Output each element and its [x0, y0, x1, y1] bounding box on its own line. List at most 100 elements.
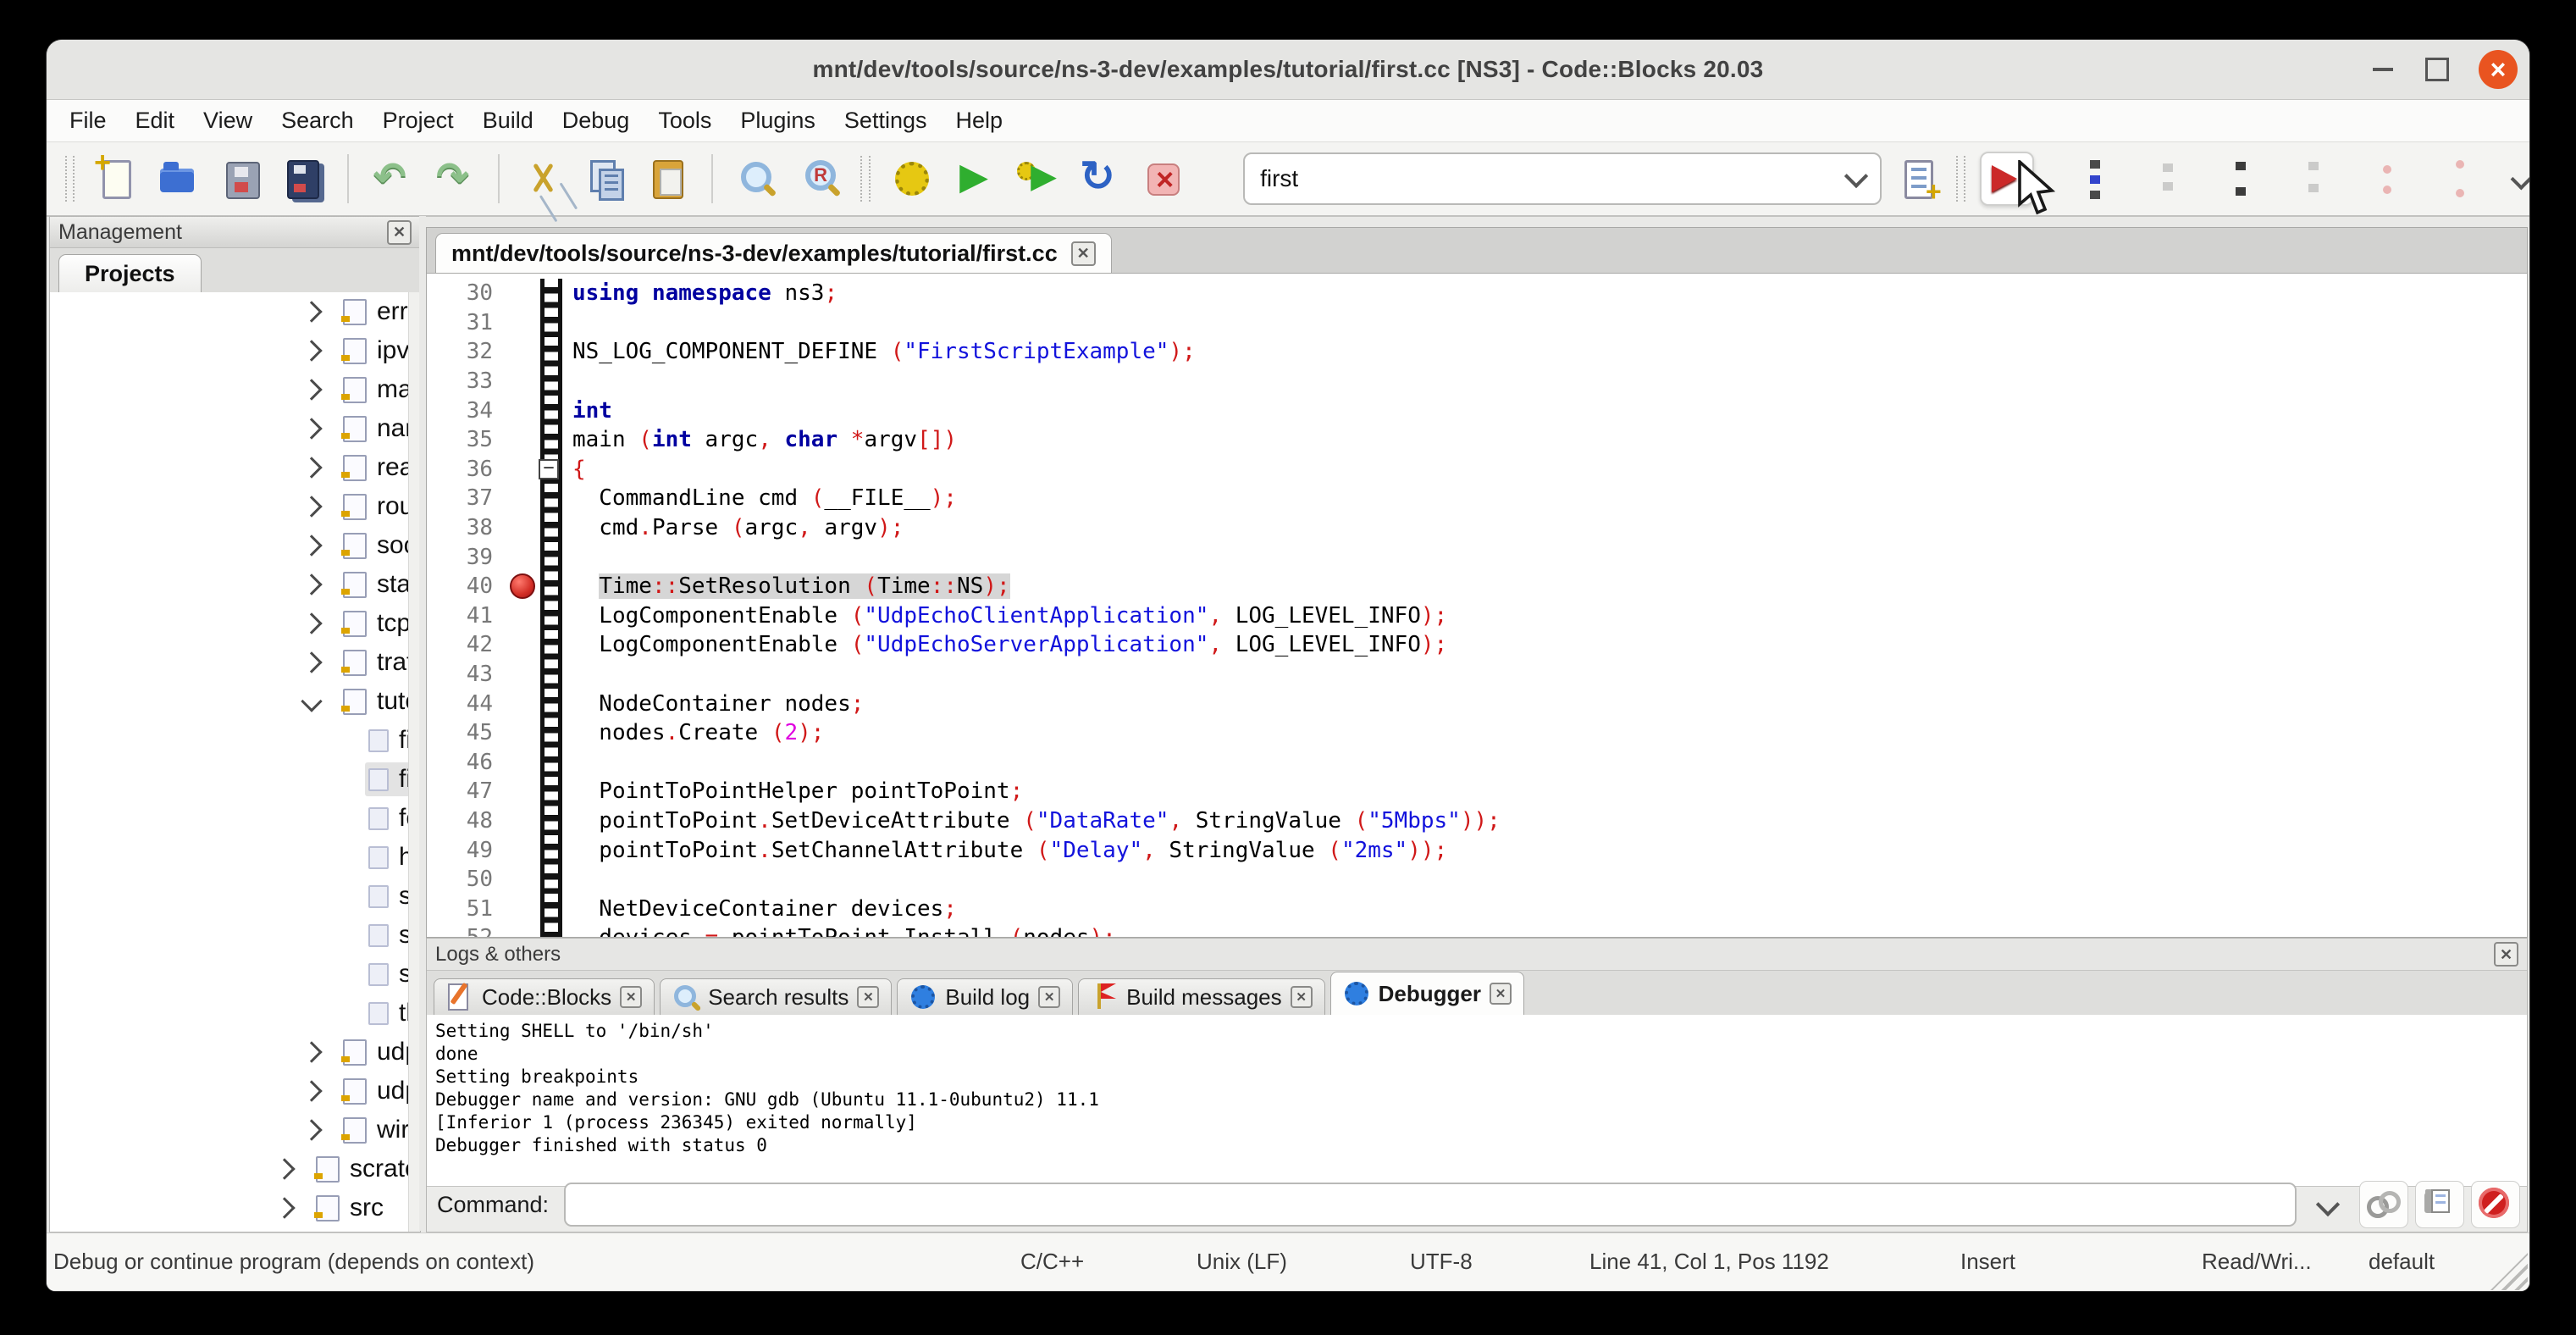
code-line[interactable]: 51 NetDeviceContainer devices;: [427, 894, 2527, 923]
fold-margin[interactable]: [540, 777, 562, 806]
menu-item[interactable]: Settings: [830, 108, 942, 134]
fold-margin[interactable]: [540, 367, 562, 396]
expand-chevron-icon[interactable]: [301, 379, 322, 400]
fold-margin[interactable]: [540, 425, 562, 455]
tree-item[interactable]: wire: [50, 1111, 420, 1149]
breakpoint-margin[interactable]: [505, 630, 540, 660]
expand-chevron-icon[interactable]: [301, 1119, 322, 1140]
close-button[interactable]: ×: [2479, 50, 2518, 89]
breakpoint-margin[interactable]: [505, 748, 540, 778]
tree-item[interactable]: real: [50, 448, 420, 487]
menu-item[interactable]: Edit: [121, 108, 190, 134]
undo-button[interactable]: [365, 152, 419, 206]
save-all-button[interactable]: [277, 152, 331, 206]
tab-debugger[interactable]: Debugger ✕: [1330, 972, 1524, 1015]
code-line[interactable]: 44 NodeContainer nodes;: [427, 689, 2527, 718]
breakpoint-margin[interactable]: [505, 660, 540, 690]
expand-chevron-icon[interactable]: [301, 612, 322, 634]
fold-margin[interactable]: [540, 835, 562, 865]
editor-tab-first-cc[interactable]: mnt/dev/tools/source/ns-3-dev/examples/t…: [435, 233, 1112, 273]
code-line[interactable]: 38 cmd.Parse (argc, argv);: [427, 513, 2527, 543]
tree-item[interactable]: scratch: [50, 1149, 420, 1188]
breakpoint-margin[interactable]: [505, 308, 540, 338]
menu-item[interactable]: Project: [368, 108, 468, 134]
code-line[interactable]: 32NS_LOG_COMPONENT_DEFINE ("FirstScriptE…: [427, 337, 2527, 367]
copy-output-button[interactable]: [2415, 1181, 2464, 1228]
fold-collapse-icon[interactable]: −: [539, 459, 559, 479]
tree-item[interactable]: udp: [50, 1033, 420, 1072]
link-button[interactable]: [2359, 1181, 2408, 1228]
breakpoint-margin[interactable]: [505, 367, 540, 396]
breakpoint-margin[interactable]: [505, 425, 540, 455]
minimize-button[interactable]: [2363, 50, 2402, 89]
breakpoint-margin[interactable]: [505, 865, 540, 895]
management-close-button[interactable]: ✕: [387, 220, 412, 245]
next-line-button[interactable]: [2125, 152, 2180, 206]
tree-item[interactable]: fir: [50, 760, 420, 799]
log-tab-close-button[interactable]: ✕: [857, 986, 879, 1008]
maximize-button[interactable]: [2418, 50, 2457, 89]
paste-button[interactable]: [641, 152, 695, 206]
expand-chevron-icon[interactable]: [301, 340, 322, 361]
menu-item[interactable]: Debug: [548, 108, 644, 134]
tree-item[interactable]: se: [50, 877, 420, 916]
expand-chevron-icon[interactable]: [301, 301, 322, 322]
code-line[interactable]: 46: [427, 748, 2527, 778]
code-line[interactable]: 40 Time::SetResolution (Time::NS);: [427, 572, 2527, 601]
build-and-run-button[interactable]: [1010, 152, 1064, 206]
build-button[interactable]: [885, 152, 939, 206]
fold-margin[interactable]: −: [540, 455, 562, 485]
tree-scrollbar[interactable]: [408, 292, 420, 1232]
run-button[interactable]: [948, 152, 1002, 206]
new-file-button[interactable]: [89, 152, 143, 206]
fold-margin[interactable]: [540, 865, 562, 895]
tree-item[interactable]: he: [50, 838, 420, 877]
menu-item[interactable]: Plugins: [726, 108, 830, 134]
menu-item[interactable]: Help: [941, 108, 1017, 134]
fold-margin[interactable]: [540, 923, 562, 937]
log-tab-close-button[interactable]: ✕: [1490, 983, 1512, 1005]
expand-chevron-icon[interactable]: [301, 418, 322, 439]
expand-chevron-icon[interactable]: [301, 535, 322, 556]
step-into-instruction-button[interactable]: [2417, 152, 2471, 206]
tree-item[interactable]: sock: [50, 526, 420, 565]
tree-item[interactable]: udp-: [50, 1072, 420, 1111]
tab-codeblocks[interactable]: Code::Blocks ✕: [434, 978, 655, 1015]
resize-grip[interactable]: [2490, 1253, 2528, 1290]
breakpoint-margin[interactable]: [505, 396, 540, 425]
rebuild-button[interactable]: [1073, 152, 1127, 206]
breakpoint-margin[interactable]: [505, 484, 540, 513]
step-out-button[interactable]: [2271, 152, 2325, 206]
code-line[interactable]: 48 pointToPoint.SetDeviceAttribute ("Dat…: [427, 806, 2527, 836]
code-line[interactable]: 39: [427, 542, 2527, 572]
code-line[interactable]: 35main (int argc, char *argv[]): [427, 425, 2527, 455]
open-file-button[interactable]: [152, 152, 206, 206]
run-to-cursor-button[interactable]: [2053, 152, 2107, 206]
breakpoint-margin[interactable]: [505, 279, 540, 308]
breakpoint-margin[interactable]: [505, 894, 540, 923]
breakpoint-margin[interactable]: [505, 455, 540, 485]
code-line[interactable]: 33: [427, 367, 2527, 396]
breakpoint-margin[interactable]: [505, 718, 540, 748]
step-into-button[interactable]: [2198, 152, 2253, 206]
code-line[interactable]: 34int: [427, 396, 2527, 425]
fold-margin[interactable]: [540, 601, 562, 631]
breakpoint-margin[interactable]: [505, 923, 540, 937]
title-bar[interactable]: mnt/dev/tools/source/ns-3-dev/examples/t…: [47, 40, 2529, 100]
tab-projects[interactable]: Projects: [58, 254, 202, 292]
tree-item[interactable]: stat: [50, 565, 420, 604]
save-button[interactable]: [214, 152, 268, 206]
panel-splitter[interactable]: [419, 216, 426, 1231]
toolbar-overflow-chevron-icon[interactable]: [2510, 168, 2529, 191]
menu-item[interactable]: Build: [468, 108, 548, 134]
code-line[interactable]: 36−{: [427, 455, 2527, 485]
fold-margin[interactable]: [540, 806, 562, 836]
fold-margin[interactable]: [540, 748, 562, 778]
replace-button[interactable]: [792, 152, 846, 206]
fold-margin[interactable]: [540, 630, 562, 660]
debugger-output[interactable]: Setting SHELL to '/bin/sh'doneSetting br…: [427, 1015, 2527, 1187]
debug-continue-button[interactable]: [1980, 152, 2034, 206]
compile-target-combobox[interactable]: first: [1243, 152, 1882, 205]
code-line[interactable]: 42 LogComponentEnable ("UdpEchoServerApp…: [427, 630, 2527, 660]
tree-item[interactable]: six: [50, 955, 420, 994]
